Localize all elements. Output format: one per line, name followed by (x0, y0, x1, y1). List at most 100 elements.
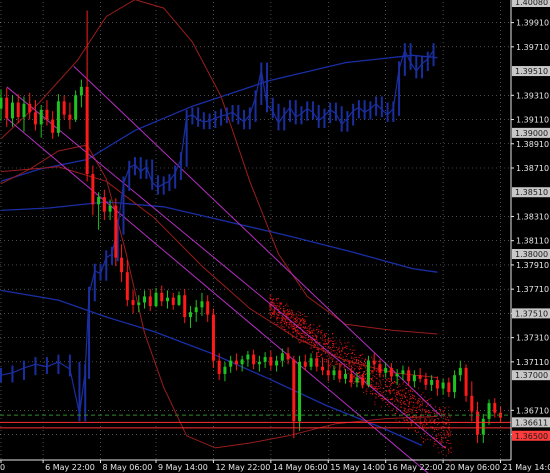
forecast-dot (409, 398, 411, 400)
forecast-dot (337, 363, 338, 365)
forecast-dot (447, 434, 449, 436)
forecast-dot (376, 371, 378, 373)
forecast-dot (332, 333, 334, 335)
forecast-dot (419, 423, 421, 425)
forecast-dot (427, 438, 429, 440)
candle-body (286, 353, 290, 360)
forecast-dot (323, 339, 325, 341)
forecast-dot (296, 332, 298, 334)
y-tick-label: 1.38910 (516, 140, 549, 149)
forecast-dot (430, 412, 432, 414)
x-tick-label: 8 May 06:00 (103, 463, 153, 472)
forecast-dot (307, 330, 309, 331)
forecast-dot (291, 327, 293, 329)
forecast-dot (359, 354, 361, 356)
forecast-dot (277, 317, 279, 319)
candle-body (493, 403, 497, 413)
forecast-dot (403, 410, 405, 411)
forecast-dot (329, 358, 331, 360)
forecast-dot (412, 411, 414, 413)
forecast-dot (406, 412, 408, 413)
forecast-dot (317, 344, 318, 346)
forecast-dot (332, 360, 334, 362)
forecast-dot (287, 311, 289, 313)
forecast-dot (278, 311, 280, 313)
forecast-dot (392, 390, 393, 392)
forecast-dot (287, 309, 288, 311)
forecast-dot (334, 361, 336, 363)
forecast-dot (310, 339, 312, 341)
forecast-dot (375, 393, 377, 395)
forecast-dot (303, 332, 305, 334)
forecast-dot (434, 437, 436, 439)
forecast-dot (287, 321, 289, 323)
forecast-dot (329, 348, 331, 349)
candle-body (343, 373, 347, 379)
forecast-dot (276, 302, 278, 304)
forecast-dot (380, 384, 382, 386)
forecast-dot (404, 401, 406, 403)
forecast-dot (395, 404, 397, 406)
forecast-dot (390, 410, 392, 412)
candle-body (74, 95, 78, 120)
forecast-dot (331, 359, 333, 361)
forecast-dot (284, 321, 286, 323)
forecast-dot (317, 356, 319, 357)
forecast-dot (442, 410, 444, 412)
forecast-dot (276, 304, 278, 306)
forecast-dot (419, 424, 421, 426)
forecast-dot (425, 429, 427, 431)
forecast-dot (418, 409, 420, 411)
forecast-dot (415, 409, 417, 411)
forecast-dot (291, 309, 293, 311)
forecast-dot (320, 333, 322, 335)
forecast-dot (396, 393, 398, 395)
forecast-dot (437, 424, 439, 426)
forecast-dot (354, 356, 356, 358)
forecast-dot (433, 445, 435, 447)
forecast-dot (353, 369, 355, 371)
forecast-dot (420, 418, 422, 420)
forecast-dot (376, 377, 378, 379)
forecast-dot (295, 313, 297, 315)
candle-body (275, 360, 279, 366)
forecast-dot (326, 358, 328, 360)
forecast-dot (321, 332, 323, 334)
forecast-dot (442, 420, 444, 422)
candle-body (303, 361, 307, 367)
forecast-dot (310, 331, 311, 333)
forecast-dot (271, 303, 273, 305)
forecast-dot (323, 343, 325, 345)
forecast-dot (296, 331, 298, 333)
candle-body (200, 301, 204, 308)
forecast-dot (319, 356, 321, 357)
forecast-dot (409, 397, 411, 399)
forecast-dot (425, 410, 427, 412)
forecast-dot (329, 366, 331, 368)
candle-body (424, 378, 428, 385)
forecast-dot (375, 382, 377, 384)
forecast-dot (282, 319, 284, 321)
forecast-dot (381, 398, 383, 400)
forecast-dot (412, 415, 414, 417)
forecast-dot (436, 438, 438, 439)
candle-body (292, 359, 296, 422)
forecast-dot (281, 326, 283, 328)
forecast-dot (405, 404, 407, 406)
forecast-dot (366, 390, 368, 392)
candle-body (51, 119, 55, 133)
forecast-dot (410, 390, 412, 392)
forecast-dot (428, 412, 429, 414)
candle-body (389, 367, 393, 377)
forecast-dot (441, 440, 443, 442)
forecast-dot (422, 438, 424, 440)
forecast-dot (328, 342, 330, 344)
forecast-dot (296, 335, 298, 337)
forecast-dot (399, 401, 401, 403)
forecast-dot (328, 364, 330, 366)
forecast-dot (385, 390, 387, 391)
forecast-dot (277, 322, 279, 323)
forecast-dot (335, 352, 337, 354)
forecast-dot (315, 338, 317, 340)
forecast-dot (434, 441, 435, 443)
